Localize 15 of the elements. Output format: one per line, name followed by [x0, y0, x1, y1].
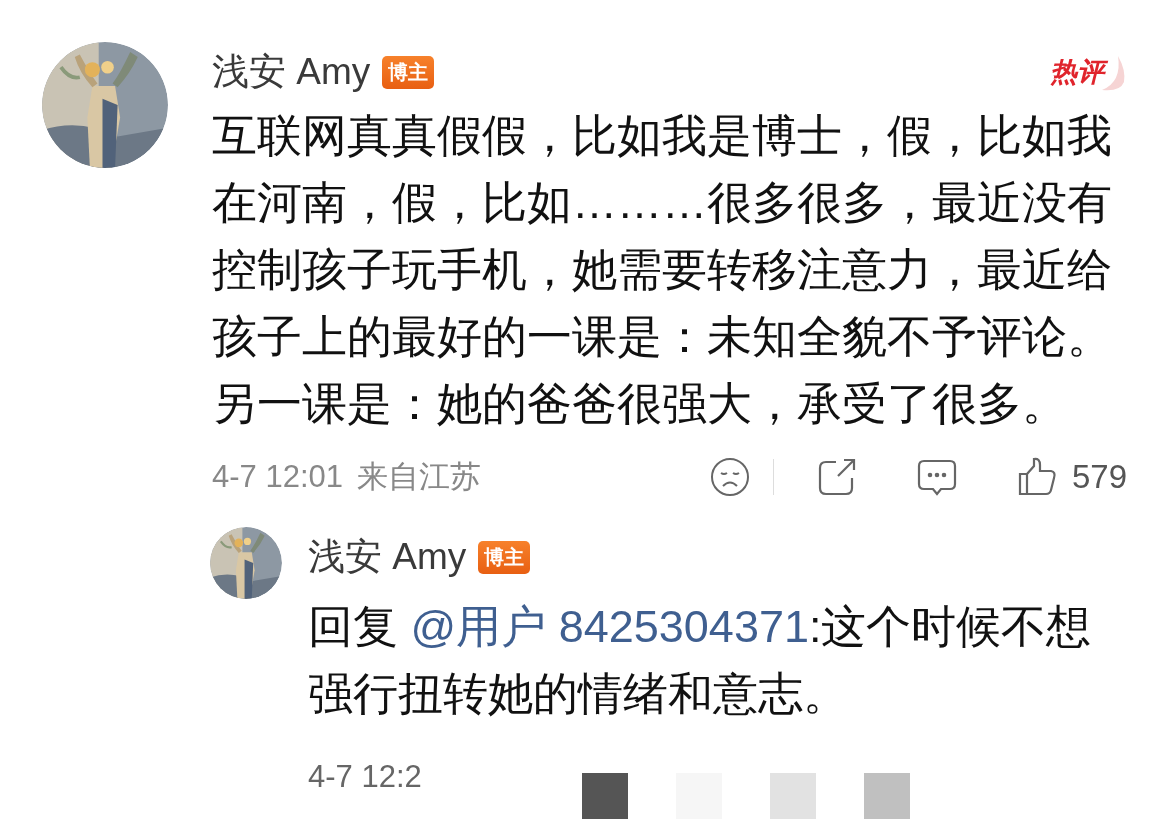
reply-time: 4-7 12:2 [308, 759, 422, 795]
like-count: 579 [1071, 458, 1127, 496]
mention-link[interactable]: @用户 8425304371 [410, 601, 809, 652]
pixel-block [769, 773, 816, 819]
blogger-badge: 博主 [478, 540, 531, 574]
sad-face-icon[interactable] [708, 456, 751, 498]
user-name[interactable]: 浅安 Amy [212, 47, 371, 97]
user-name[interactable]: 浅安 Amy [308, 532, 467, 582]
comment-time: 4-7 12:01 [212, 459, 343, 495]
comment-location: 来自江苏 [357, 458, 481, 496]
pixel-block [863, 773, 910, 819]
pixel-block [581, 773, 628, 819]
blogger-badge: 博主 [382, 55, 435, 89]
reply-text: 回复 @用户 8425304371:这个时候不想强行扭转她的情绪和意志。 [308, 600, 1093, 721]
comment-text: 互联网真真假假，比如我是博士，假，比如我在河南，假，比如………很多很多，最近没有控制孩子玩手机，她需要转移注意力，最近给孩子上的最好的一课是：未知全貌不予评论。另一课是：她的爸爸很强大，承受了很多。 [212, 109, 1113, 431]
